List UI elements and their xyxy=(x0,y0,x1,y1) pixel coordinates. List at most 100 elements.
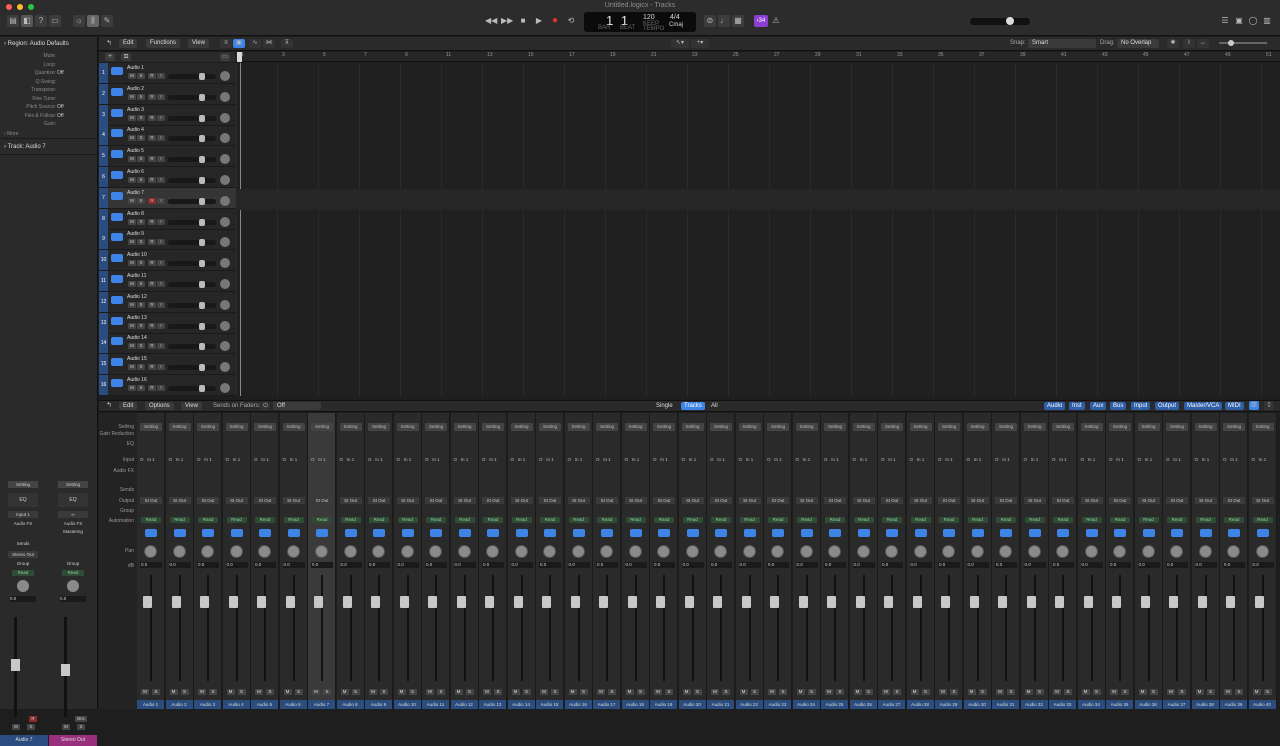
automation-read-button[interactable]: Read xyxy=(625,517,646,523)
channel-strip-name[interactable]: Audio 40 xyxy=(1248,700,1276,709)
automation-read-button[interactable]: Read xyxy=(255,517,275,523)
volume-fader[interactable] xyxy=(11,659,20,671)
output-slot[interactable]: St Out xyxy=(738,497,761,504)
output-slot[interactable]: St Out xyxy=(852,497,875,504)
pan-knob[interactable] xyxy=(657,545,670,558)
track-volume-knob[interactable] xyxy=(199,343,205,351)
track-header[interactable]: › Track: Audio 7 xyxy=(0,138,98,155)
track-volume-slider[interactable] xyxy=(168,219,216,225)
channel-strip-name[interactable]: Audio 32 xyxy=(1020,700,1048,709)
track-mute-button[interactable]: M xyxy=(128,260,136,267)
warning-icon[interactable]: ⚠ xyxy=(770,15,782,27)
volume-fader[interactable] xyxy=(513,596,523,608)
pan-knob[interactable] xyxy=(685,545,699,558)
track-solo-button[interactable]: S xyxy=(137,385,145,391)
view-menu[interactable]: View xyxy=(188,39,209,48)
channel-strip-name[interactable]: Audio 13 xyxy=(479,700,506,709)
volume-fader[interactable] xyxy=(1197,596,1207,608)
mute-button[interactable]: M xyxy=(1053,689,1061,695)
input-slot[interactable]: O In 1 xyxy=(596,457,611,462)
output-slot[interactable]: St Out xyxy=(1137,497,1160,504)
channel-strip-name[interactable]: Audio 28 xyxy=(906,700,934,709)
solo-button[interactable]: S xyxy=(1092,689,1101,695)
setting-button[interactable]: Setting xyxy=(1052,423,1074,431)
solo-button[interactable]: S xyxy=(323,689,331,695)
channel-strip-name[interactable]: Audio 36 xyxy=(1134,700,1162,709)
mute-button[interactable]: M xyxy=(682,689,691,695)
channel-strip-name[interactable]: Audio 39 xyxy=(1220,700,1247,709)
input-slot[interactable]: O In 1 xyxy=(197,457,212,462)
track-volume-knob[interactable] xyxy=(199,73,205,80)
track-volume-knob[interactable] xyxy=(199,260,205,268)
volume-fader[interactable] xyxy=(1226,596,1235,608)
mute-button[interactable]: M xyxy=(369,689,377,695)
mute-button[interactable]: M xyxy=(1252,689,1261,695)
channel-strip-name[interactable]: Audio 3 xyxy=(194,700,221,709)
mute-button[interactable]: M xyxy=(226,689,235,695)
volume-fader[interactable] xyxy=(684,596,694,608)
output-slot[interactable]: St Out xyxy=(767,497,789,504)
volume-fader[interactable] xyxy=(827,596,836,608)
channel-strip-name[interactable]: Audio 17 xyxy=(593,700,620,709)
automation-read-button[interactable]: Read xyxy=(1252,517,1273,523)
output-slot[interactable]: St Out xyxy=(681,497,704,504)
automation-read-button[interactable]: Read xyxy=(796,517,817,523)
output-slot[interactable]: St Out xyxy=(140,497,162,504)
mixer-filter-inst[interactable]: Inst xyxy=(1069,402,1085,410)
track-volume-knob[interactable] xyxy=(199,114,205,122)
track-record-button[interactable]: R xyxy=(148,364,156,371)
output-slot[interactable]: St Out xyxy=(795,497,818,504)
channel-strip-name[interactable]: Audio 23 xyxy=(764,700,791,709)
mute-button[interactable]: M xyxy=(597,689,605,695)
track-volume-knob[interactable] xyxy=(199,218,205,226)
pan-knob[interactable] xyxy=(429,545,442,558)
mute-button[interactable]: M xyxy=(711,689,719,695)
channel-strip-name[interactable]: Audio 8 xyxy=(336,700,364,709)
input-slot[interactable]: O In 1 xyxy=(938,457,953,462)
automation-read-button[interactable]: Read xyxy=(283,517,304,523)
output-slot[interactable]: St Out xyxy=(1109,497,1131,504)
output-slot[interactable]: St Out xyxy=(282,497,305,504)
solo-button[interactable]: S xyxy=(209,689,217,695)
track-volume-slider[interactable] xyxy=(168,365,216,371)
solo-button[interactable]: S xyxy=(1178,689,1186,695)
automation-read-button[interactable]: Read xyxy=(454,517,475,523)
automation-read-button[interactable]: Read xyxy=(910,517,931,523)
solo-button[interactable]: S xyxy=(551,689,559,695)
setting-button[interactable]: Setting xyxy=(482,423,504,431)
cycle-icon[interactable]: ⟲ xyxy=(565,15,577,27)
mute-button[interactable]: M xyxy=(141,689,149,695)
output-slot[interactable]: St Out xyxy=(1223,497,1245,504)
input-slot[interactable]: O In 1 xyxy=(425,457,440,462)
volume-fader[interactable] xyxy=(428,596,437,608)
track-record-button[interactable]: R xyxy=(148,343,156,350)
channel-strip-name[interactable]: Audio 24 xyxy=(792,700,820,709)
channel-strip-name[interactable]: Audio 31 xyxy=(992,700,1019,709)
output-slot[interactable]: St Out xyxy=(567,497,590,504)
count-in-icon[interactable]: ▦ xyxy=(732,15,744,27)
track-volume-knob[interactable] xyxy=(199,364,205,372)
track-pan-knob[interactable] xyxy=(220,341,230,352)
track-record-button[interactable]: R xyxy=(148,281,156,287)
mute-button[interactable]: M xyxy=(796,689,805,695)
track-name[interactable]: Audio 14 xyxy=(127,335,147,341)
input-slot[interactable]: O In 1 xyxy=(454,457,469,462)
track-name[interactable]: Audio 8 xyxy=(127,211,144,217)
solo-button[interactable]: S xyxy=(294,689,303,695)
channel-strip-name[interactable]: Audio 12 xyxy=(450,700,478,709)
volume-fader[interactable] xyxy=(599,596,608,608)
mute-button[interactable]: M xyxy=(1224,689,1232,695)
automation-read-button[interactable]: Read xyxy=(682,517,703,523)
record-icon[interactable]: ● xyxy=(549,15,561,27)
track-mute-button[interactable]: M xyxy=(128,239,136,246)
setting-button[interactable]: Setting xyxy=(909,423,932,431)
setting-button[interactable]: Setting xyxy=(1080,423,1103,431)
mute-button[interactable]: M xyxy=(1024,689,1033,695)
view-all-tab[interactable]: All xyxy=(708,402,721,410)
metronome-icon[interactable]: ♩ xyxy=(718,15,730,27)
channel-strip-name[interactable]: Audio 20 xyxy=(678,700,706,709)
automation-read-button[interactable]: Read xyxy=(141,517,161,523)
solo-button[interactable]: S xyxy=(266,689,274,695)
setting-button[interactable]: Setting xyxy=(339,423,362,431)
track-solo-button[interactable]: S xyxy=(137,177,145,183)
